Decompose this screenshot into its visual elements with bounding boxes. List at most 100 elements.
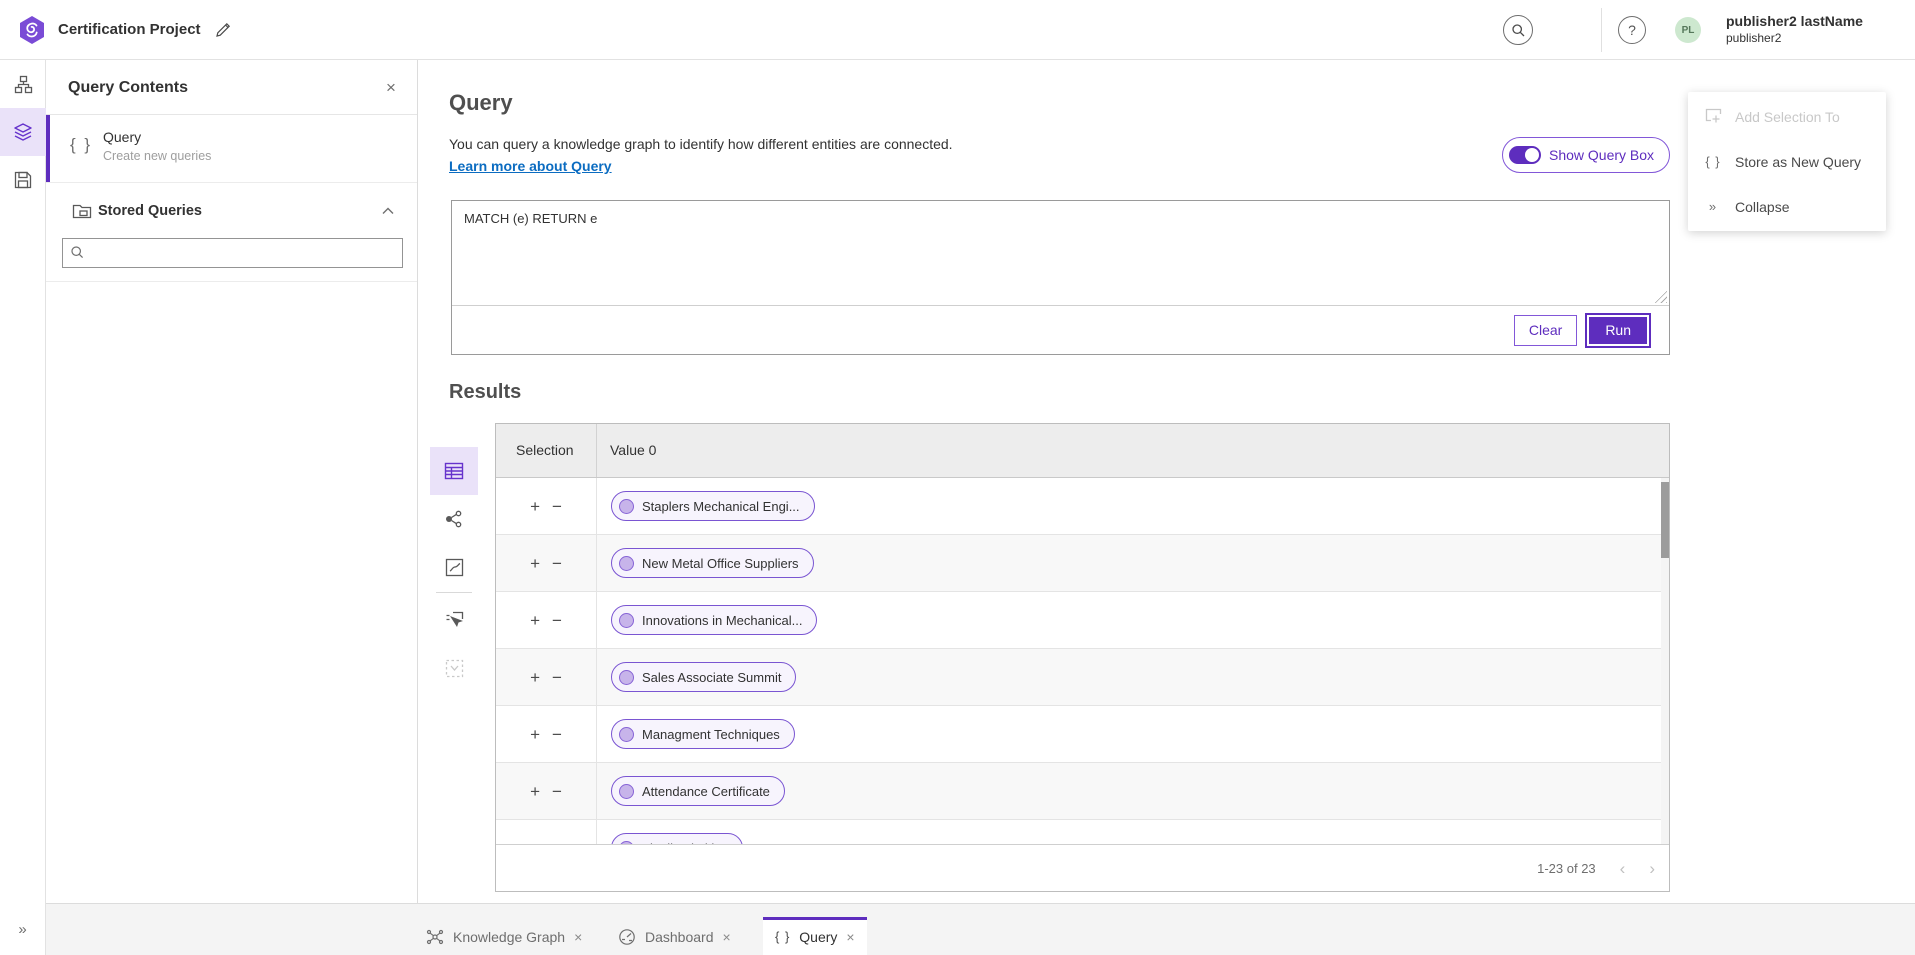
add-to-map-button[interactable]	[430, 596, 478, 644]
select-add-button[interactable]: +	[530, 612, 540, 629]
left-rail: »	[0, 60, 46, 955]
entity-label: Innovations in Mechanical...	[642, 613, 802, 628]
tab-query[interactable]: { } Query ×	[763, 917, 867, 955]
table-body: + − Staplers Mechanical Engi... + −	[496, 478, 1669, 844]
entity-pill[interactable]: Sales Associate Summit	[611, 662, 796, 692]
close-tab-icon[interactable]: ×	[723, 929, 731, 945]
topbar-divider	[1601, 8, 1602, 52]
braces-icon: { }	[70, 135, 92, 155]
close-panel-button[interactable]: ×	[377, 74, 405, 102]
menu-item-label: Add Selection To	[1735, 109, 1840, 125]
user-menu[interactable]: publisher2 lastName publisher2	[1726, 13, 1863, 47]
close-icon: ×	[386, 78, 396, 98]
entity-pill[interactable]: Innovations in Mechanical...	[611, 605, 817, 635]
view-strip-divider	[436, 592, 472, 593]
stored-queries-search	[62, 238, 403, 268]
entity-dot-icon	[619, 784, 634, 799]
menu-item-add-selection-to[interactable]: Add Selection To	[1688, 94, 1886, 139]
tab-dashboard[interactable]: Dashboard ×	[606, 917, 743, 955]
select-remove-button[interactable]: −	[552, 555, 562, 572]
rail-item-contents[interactable]	[0, 108, 46, 156]
select-add-button[interactable]: +	[530, 555, 540, 572]
select-add-button[interactable]: +	[530, 669, 540, 686]
rail-item-project-hierarchy[interactable]	[0, 60, 46, 108]
clear-button[interactable]: Clear	[1514, 315, 1577, 346]
query-textarea[interactable]: MATCH (e) RETURN e	[452, 201, 1669, 304]
select-add-button[interactable]: +	[530, 840, 540, 845]
tab-label: Knowledge Graph	[453, 929, 565, 945]
app-window: Certification Project ? PL publisher2 la…	[0, 0, 1915, 955]
column-header-value0: Value 0	[597, 424, 1669, 477]
panel-title: Query Contents	[68, 60, 188, 115]
entity-label: Sales Associate Summit	[642, 670, 781, 685]
entity-pill[interactable]: Finalized Titles	[611, 833, 743, 844]
prev-page-button[interactable]: ‹	[1620, 860, 1626, 877]
question-icon: ?	[1628, 22, 1636, 38]
table-view-icon	[444, 462, 464, 480]
project-title: Certification Project	[58, 0, 201, 60]
expand-rail-button[interactable]: »	[0, 906, 46, 952]
rail-item-save[interactable]	[0, 156, 46, 204]
dashboard-gauge-icon	[618, 928, 636, 946]
learn-more-link[interactable]: Learn more about Query	[449, 158, 612, 174]
close-tab-icon[interactable]: ×	[846, 929, 854, 945]
top-bar: Certification Project ? PL publisher2 la…	[0, 0, 1915, 60]
add-to-link-chart-button[interactable]	[430, 644, 478, 692]
close-tab-icon[interactable]: ×	[574, 929, 582, 945]
scrollbar-thumb[interactable]	[1661, 482, 1669, 558]
selected-indicator	[46, 115, 50, 182]
map-icon	[445, 558, 464, 577]
entity-pill[interactable]: Attendance Certificate	[611, 776, 785, 806]
tab-knowledge-graph[interactable]: Knowledge Graph ×	[414, 917, 594, 955]
query-actions-menu: Add Selection To { } Store as New Query …	[1688, 92, 1886, 231]
entity-pill[interactable]: New Metal Office Suppliers	[611, 548, 814, 578]
entity-pill[interactable]: Managment Techniques	[611, 719, 795, 749]
select-remove-button[interactable]: −	[552, 783, 562, 800]
tab-label: Query	[799, 929, 837, 945]
global-search-button[interactable]	[1503, 15, 1533, 45]
select-remove-button[interactable]: −	[552, 498, 562, 515]
show-query-box-toggle[interactable]: Show Query Box	[1502, 137, 1670, 173]
select-add-button[interactable]: +	[530, 783, 540, 800]
folder-icon	[72, 202, 92, 220]
select-add-button[interactable]: +	[530, 498, 540, 515]
chevron-up-icon	[379, 202, 399, 222]
next-page-button[interactable]: ›	[1649, 860, 1655, 877]
entity-label: Staplers Mechanical Engi...	[642, 499, 800, 514]
query-box: MATCH (e) RETURN e Clear Run	[451, 200, 1670, 355]
select-add-button[interactable]: +	[530, 726, 540, 743]
menu-item-collapse[interactable]: » Collapse	[1688, 184, 1886, 229]
menu-item-label: Store as New Query	[1735, 154, 1861, 170]
view-table-button[interactable]	[430, 447, 478, 495]
entity-dot-icon	[619, 670, 634, 685]
stored-queries-header[interactable]: Stored Queries	[46, 188, 417, 236]
save-icon	[14, 171, 32, 189]
entity-label: Managment Techniques	[642, 727, 780, 742]
search-icon	[1511, 23, 1526, 38]
entity-label: Finalized Titles	[642, 841, 728, 845]
select-remove-button[interactable]: −	[552, 669, 562, 686]
view-map-button[interactable]	[430, 543, 478, 591]
avatar[interactable]: PL	[1675, 17, 1701, 43]
hierarchy-icon	[14, 75, 33, 94]
user-name: publisher2 lastName	[1726, 13, 1863, 30]
braces-icon: { }	[775, 929, 790, 944]
run-button[interactable]: Run	[1587, 315, 1649, 346]
select-remove-button[interactable]: −	[552, 840, 562, 845]
edit-title-button[interactable]	[210, 17, 236, 43]
map-select-icon	[445, 611, 464, 630]
query-item-subtitle: Create new queries	[103, 149, 211, 163]
select-remove-button[interactable]: −	[552, 726, 562, 743]
search-input[interactable]	[62, 238, 403, 268]
page-title: Query	[449, 90, 513, 116]
query-list-item[interactable]: { } Query Create new queries	[46, 115, 417, 183]
entity-pill[interactable]: Staplers Mechanical Engi...	[611, 491, 815, 521]
panel-header: Query Contents ×	[46, 60, 417, 115]
column-header-selection: Selection	[496, 424, 597, 477]
select-remove-button[interactable]: −	[552, 612, 562, 629]
table-scrollbar[interactable]	[1661, 478, 1669, 844]
view-link-chart-button[interactable]	[430, 495, 478, 543]
results-table: Selection Value 0 + − Staplers Mechanica…	[495, 423, 1670, 892]
menu-item-store-as-new-query[interactable]: { } Store as New Query	[1688, 139, 1886, 184]
help-button[interactable]: ?	[1618, 16, 1646, 44]
